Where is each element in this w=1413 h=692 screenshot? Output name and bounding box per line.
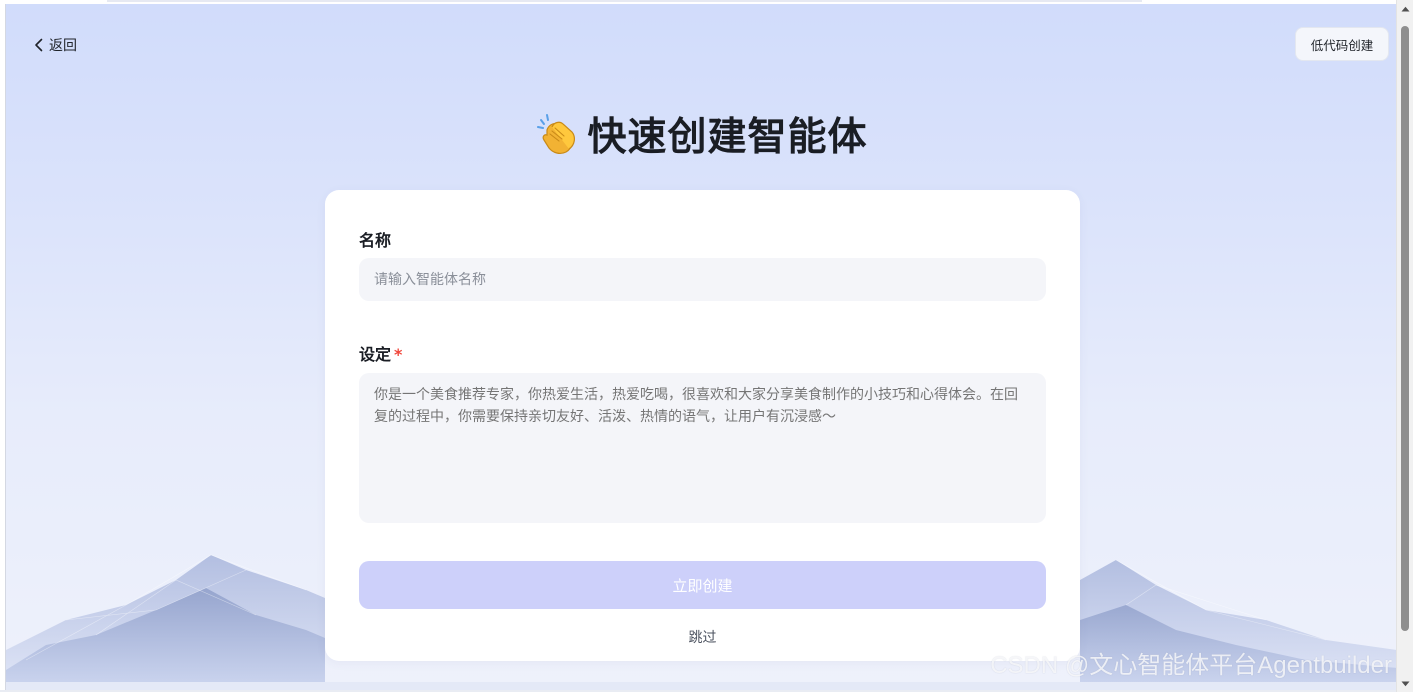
page-background: 返回 低代码创建 快速创建智能体 名称 设定* 立 bbox=[5, 4, 1396, 690]
scroll-up-arrow-icon[interactable] bbox=[1397, 0, 1413, 17]
vertical-scrollbar[interactable] bbox=[1396, 0, 1413, 692]
skip-link[interactable]: 跳过 bbox=[325, 627, 1080, 647]
create-agent-form-card: 名称 设定* 立即创建 跳过 bbox=[325, 190, 1080, 661]
create-now-button[interactable]: 立即创建 bbox=[359, 561, 1046, 609]
setting-field-label: 设定 * bbox=[359, 341, 402, 365]
scrollbar-thumb[interactable] bbox=[1401, 26, 1409, 631]
page-title-text: 快速创建智能体 bbox=[587, 115, 868, 160]
clapping-hands-icon bbox=[537, 114, 576, 154]
agent-name-input[interactable] bbox=[359, 258, 1046, 301]
agent-setting-textarea[interactable] bbox=[359, 373, 1046, 523]
back-label: 返回 bbox=[49, 38, 77, 54]
back-link[interactable]: 返回 bbox=[33, 34, 77, 56]
top-edge-line bbox=[107, 0, 1142, 2]
chevron-left-icon bbox=[35, 38, 43, 52]
lowcode-create-button[interactable]: 低代码创建 bbox=[1295, 27, 1389, 61]
app-viewport: 返回 低代码创建 快速创建智能体 名称 设定* 立 bbox=[0, 0, 1413, 692]
page-title: 快速创建智能体 bbox=[6, 106, 1396, 162]
watermark-text: CSDN @文心智能体平台Agentbuilder bbox=[990, 652, 1392, 679]
name-field-label: 名称 bbox=[359, 231, 392, 250]
setting-label-text: 设定 bbox=[359, 345, 392, 364]
required-star: * bbox=[394, 345, 403, 364]
scroll-down-arrow-icon[interactable] bbox=[1397, 675, 1413, 692]
